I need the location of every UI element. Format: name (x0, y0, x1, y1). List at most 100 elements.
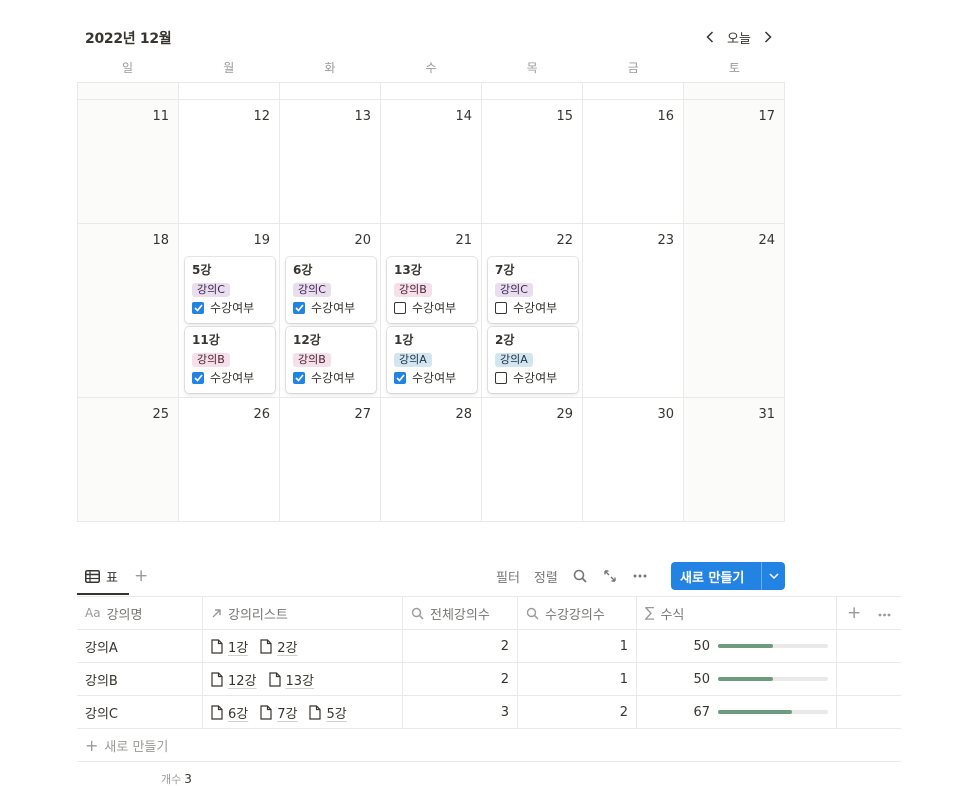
column-header-name[interactable]: Aa 강의명 (77, 597, 203, 629)
page-link[interactable]: 5강 (309, 703, 347, 722)
chevron-left-icon[interactable] (700, 26, 720, 48)
checkbox-checked[interactable] (192, 302, 204, 314)
page-link[interactable]: 13강 (268, 670, 314, 689)
more-options-icon[interactable] (632, 568, 648, 584)
event-card[interactable]: 11강 강의B 수강여부 (185, 327, 275, 393)
calendar-day[interactable]: 24 (684, 224, 785, 398)
calendar-day[interactable]: 31 (684, 398, 785, 522)
plus-icon: + (85, 735, 99, 755)
cell-taken[interactable]: 1 (518, 663, 637, 695)
checkbox-unchecked[interactable] (495, 372, 507, 384)
calendar-day[interactable] (179, 83, 280, 100)
add-row-button[interactable]: + 새로 만들기 (77, 730, 901, 762)
day-number: 23 (657, 233, 674, 248)
cell-total[interactable]: 2 (403, 630, 518, 662)
calendar-day[interactable]: 27 (280, 398, 381, 522)
filter-button[interactable]: 필터 (496, 567, 520, 586)
cell-name[interactable]: 강의C (77, 696, 203, 728)
calendar-day[interactable] (78, 83, 179, 100)
cell-taken[interactable]: 2 (518, 696, 637, 728)
add-view-icon[interactable]: + (134, 567, 148, 585)
table-row[interactable]: 강의A 1강 2강 2 1 50 (77, 630, 901, 663)
calendar-day[interactable]: 14 (381, 100, 482, 224)
calendar-day[interactable]: 18 (78, 224, 179, 398)
sort-button[interactable]: 정렬 (534, 567, 558, 586)
cell-total[interactable]: 2 (403, 663, 518, 695)
event-card[interactable]: 6강 강의C 수강여부 (286, 257, 376, 323)
event-title: 12강 (293, 333, 321, 347)
new-record-button[interactable]: 새로 만들기 (671, 562, 785, 590)
chevron-right-icon[interactable] (758, 26, 778, 48)
cell-total[interactable]: 3 (403, 696, 518, 728)
checkbox-checked[interactable] (192, 372, 204, 384)
row-count[interactable]: 개수 3 (161, 771, 192, 786)
checkbox-checked[interactable] (293, 372, 305, 384)
calendar-week: 25 26 27 28 29 30 31 (78, 398, 785, 522)
event-card[interactable]: 2강 강의A 수강여부 (488, 327, 578, 393)
calendar-day[interactable] (482, 83, 583, 100)
event-card[interactable]: 7강 강의C 수강여부 (488, 257, 578, 323)
text-property-icon: Aa (85, 606, 101, 620)
cell-empty (837, 630, 901, 662)
table-row[interactable]: 강의C 6강 7강 5강 3 2 67 (77, 696, 901, 729)
expand-icon[interactable] (602, 568, 618, 584)
column-header-taken[interactable]: 수강강의수 (518, 597, 637, 629)
column-header-total[interactable]: 전체강의수 (403, 597, 518, 629)
calendar-day[interactable]: 13 (280, 100, 381, 224)
cell-formula[interactable]: 50 (637, 663, 837, 695)
cell-name[interactable]: 강의A (77, 630, 203, 662)
checkbox-checked[interactable] (394, 372, 406, 384)
calendar-day[interactable]: 15 (482, 100, 583, 224)
calendar-day[interactable]: 16 (583, 100, 684, 224)
checkbox-checked[interactable] (293, 302, 305, 314)
calendar-day[interactable] (381, 83, 482, 100)
calendar-day[interactable]: 19 5강 강의C 수강여부 11강 강의B 수강여부 (179, 224, 280, 398)
calendar-day[interactable]: 12 (179, 100, 280, 224)
checkbox-unchecked[interactable] (495, 302, 507, 314)
page-link[interactable]: 7강 (260, 703, 297, 722)
event-card[interactable]: 1강 강의A 수강여부 (387, 327, 477, 393)
cell-relation[interactable]: 6강 7강 5강 (203, 696, 403, 728)
cell-taken[interactable]: 1 (518, 630, 637, 662)
event-card[interactable]: 5강 강의C 수강여부 (185, 257, 275, 323)
calendar-day[interactable]: 21 13강 강의B 수강여부 1강 강의A 수강여부 (381, 224, 482, 398)
calendar-day[interactable]: 11 (78, 100, 179, 224)
course-tag: 강의A (394, 353, 432, 367)
event-card[interactable]: 13강 강의B 수강여부 (387, 257, 477, 323)
calendar-day[interactable]: 25 (78, 398, 179, 522)
cell-relation[interactable]: 1강 2강 (203, 630, 403, 662)
calendar-day[interactable]: 30 (583, 398, 684, 522)
add-row-label: 새로 만들기 (104, 740, 169, 755)
chevron-down-icon[interactable] (762, 573, 785, 579)
calendar-day[interactable] (280, 83, 381, 100)
more-options-icon[interactable] (878, 606, 891, 621)
column-label: 강의명 (106, 607, 143, 623)
calendar-day[interactable]: 22 7강 강의C 수강여부 2강 강의A 수강여부 (482, 224, 583, 398)
column-header-relation[interactable]: 강의리스트 (203, 597, 403, 629)
cell-relation[interactable]: 12강 13강 (203, 663, 403, 695)
column-header-formula[interactable]: ∑ 수식 (637, 597, 837, 629)
cell-name[interactable]: 강의B (77, 663, 203, 695)
calendar-day[interactable]: 23 (583, 224, 684, 398)
table-row[interactable]: 강의B 12강 13강 2 1 50 (77, 663, 901, 696)
weekday-label: 목 (526, 61, 538, 75)
calendar-day[interactable]: 20 6강 강의C 수강여부 12강 강의B 수강여부 (280, 224, 381, 398)
calendar-day[interactable]: 26 (179, 398, 280, 522)
calendar-day[interactable]: 29 (482, 398, 583, 522)
page-link[interactable]: 2강 (260, 637, 297, 656)
today-button[interactable]: 오늘 (720, 28, 758, 47)
cell-formula[interactable]: 67 (637, 696, 837, 728)
page-link[interactable]: 6강 (211, 703, 248, 722)
calendar-day[interactable]: 17 (684, 100, 785, 224)
calendar-day[interactable] (684, 83, 785, 100)
tab-table-view[interactable]: 표 (85, 566, 118, 586)
event-card[interactable]: 12강 강의B 수강여부 (286, 327, 376, 393)
calendar-day[interactable]: 28 (381, 398, 482, 522)
search-icon[interactable] (572, 568, 588, 584)
page-link[interactable]: 12강 (211, 670, 257, 689)
checkbox-unchecked[interactable] (394, 302, 406, 314)
page-link[interactable]: 1강 (211, 637, 248, 656)
add-property-icon[interactable]: + (847, 603, 861, 623)
cell-formula[interactable]: 50 (637, 630, 837, 662)
calendar-day[interactable] (583, 83, 684, 100)
